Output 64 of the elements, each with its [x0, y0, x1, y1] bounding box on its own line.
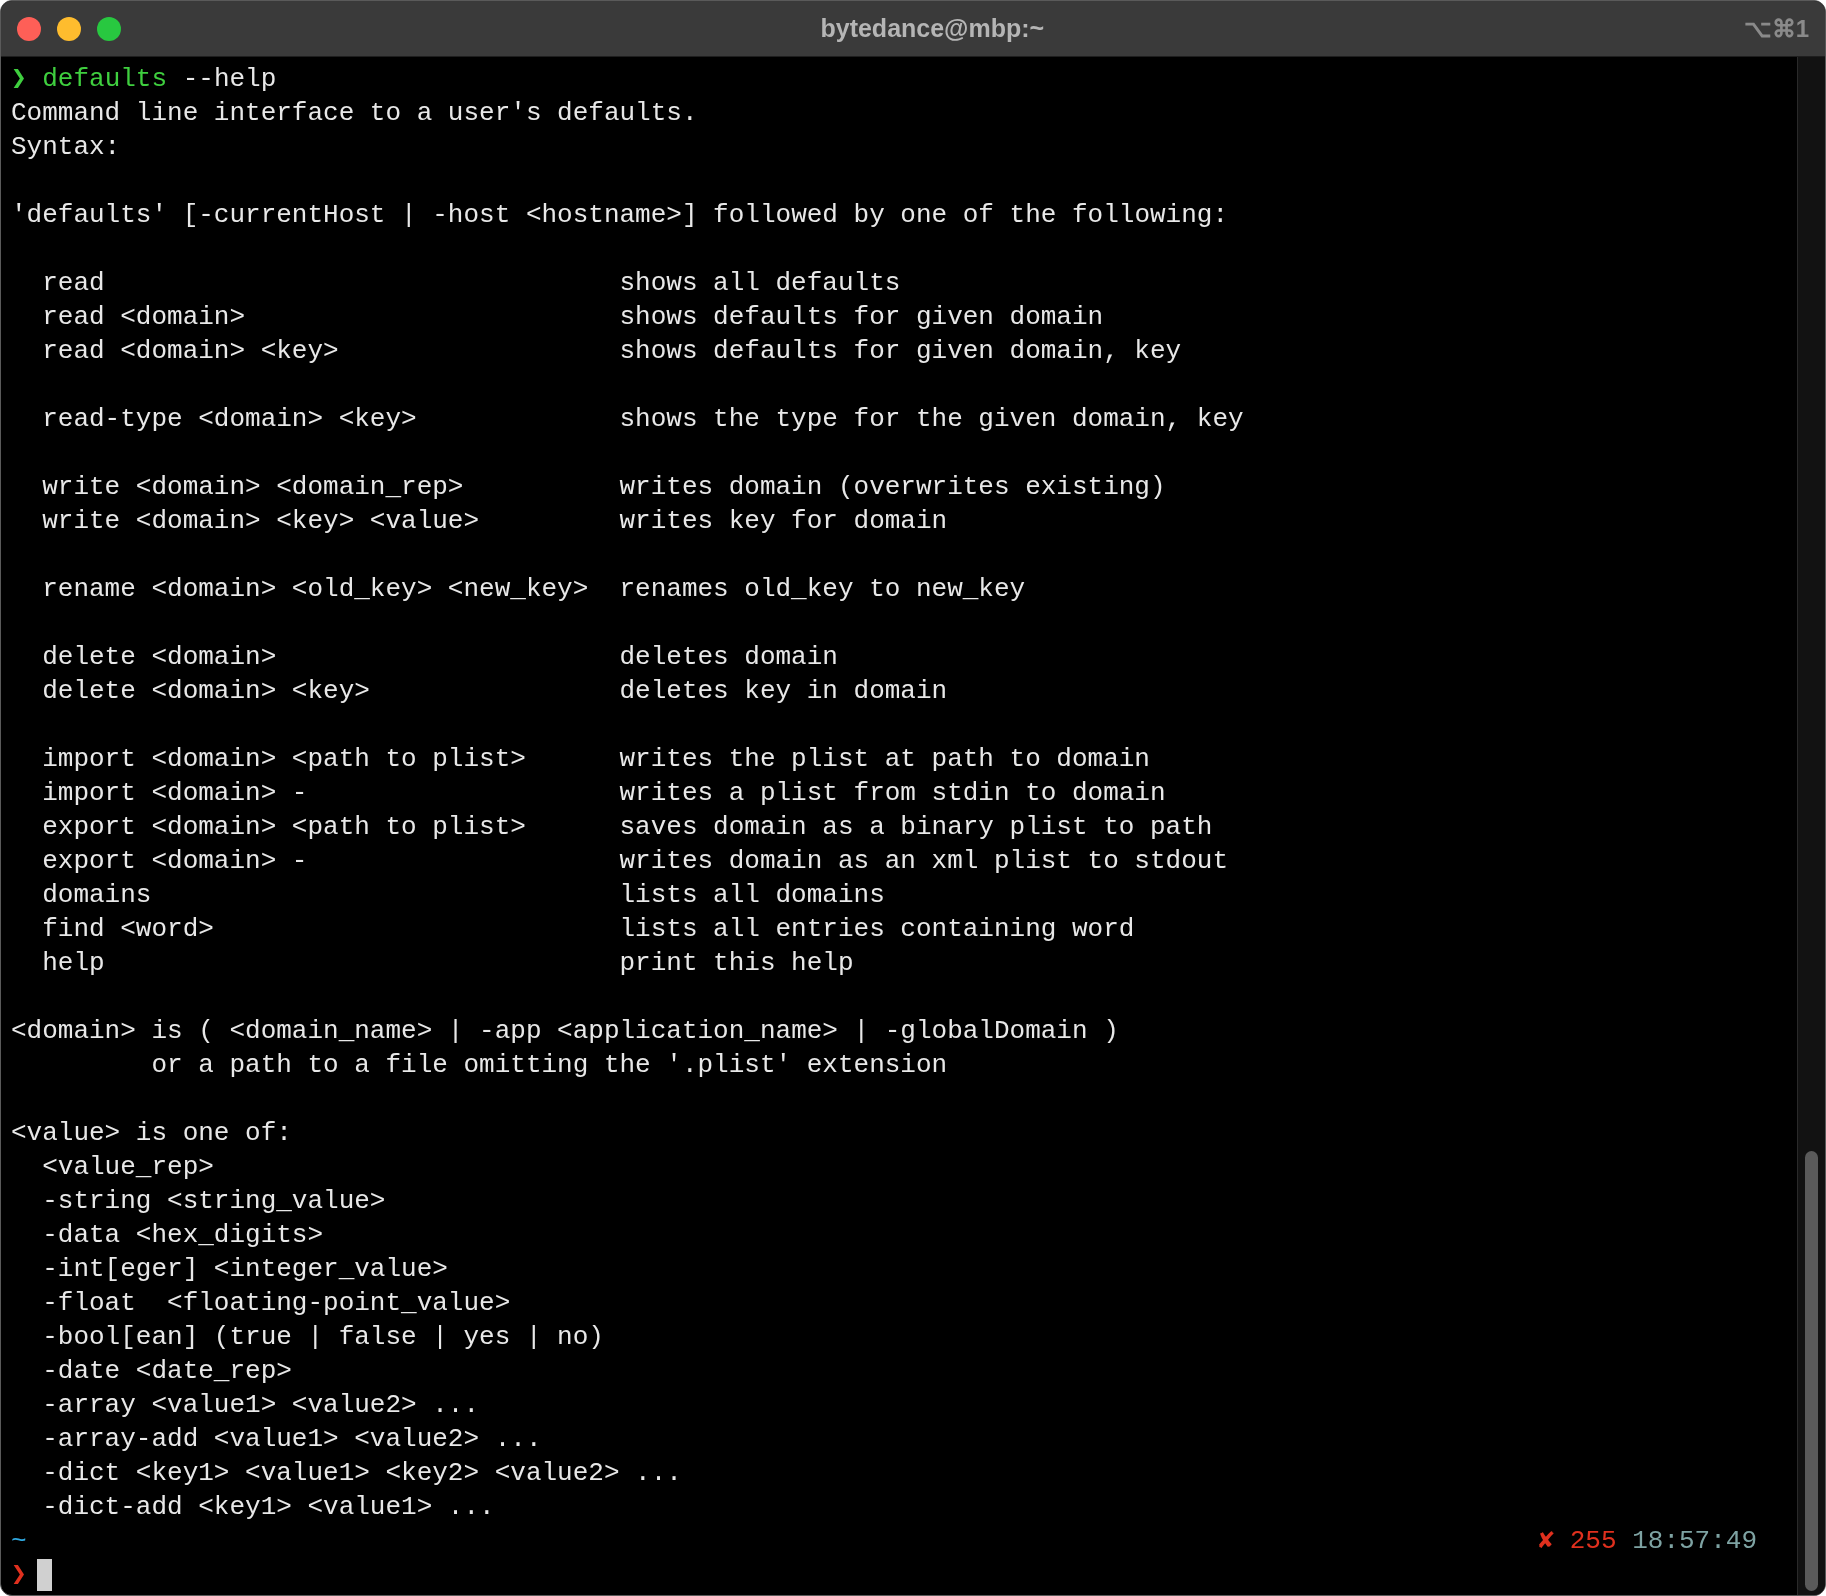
command-description: saves domain as a binary plist to path: [619, 811, 1213, 844]
output-line: -date <date_rep>: [42, 1356, 292, 1386]
output-line: -int[eger] <integer_value>: [42, 1254, 448, 1284]
command-description: shows the type for the given domain, key: [619, 403, 1244, 436]
command-syntax: write <domain> <key> <value>: [42, 505, 480, 538]
window-title: bytedance@mbp:~: [820, 12, 1045, 44]
command-syntax: import <domain> <path to plist>: [42, 743, 526, 776]
command-syntax: read <domain> <key>: [42, 335, 339, 368]
output-line: -float <floating-point_value>: [42, 1288, 511, 1318]
command-description: writes domain (overwrites existing): [619, 471, 1166, 504]
command-description: writes a plist from stdin to domain: [619, 777, 1166, 810]
output-line: -data <hex_digits>: [42, 1220, 324, 1250]
current-directory: ~: [11, 1525, 27, 1558]
minimize-button[interactable]: [57, 16, 81, 41]
command-syntax: read <domain>: [42, 301, 246, 334]
command-syntax: write <domain> <domain_rep>: [42, 471, 464, 504]
output-line: Command line interface to a user's defaults.: [11, 98, 698, 128]
command-syntax: read: [42, 267, 105, 300]
command-description: writes the plist at path to domain: [619, 743, 1150, 776]
command-description: deletes domain: [619, 641, 838, 674]
shortcut-label: ⌥⌘1: [1743, 13, 1809, 44]
command-description: lists all entries containing word: [619, 913, 1135, 946]
command-syntax: find <word>: [42, 913, 214, 946]
command-description: writes key for domain: [619, 505, 948, 538]
command-syntax: export <domain> <path to plist>: [42, 811, 526, 844]
command-syntax: import <domain> -: [42, 777, 308, 810]
command-description: shows all defaults: [619, 267, 901, 300]
command-description: lists all domains: [619, 879, 885, 912]
output-line: <domain> is ( <domain_name> | -app <application_name> | -globalDomain ): [11, 1016, 1119, 1046]
command-description: print this help: [619, 947, 854, 980]
close-button[interactable]: [17, 16, 41, 41]
command-syntax: domains: [42, 879, 152, 912]
text-cursor: [36, 1559, 52, 1591]
exit-code: 255: [1569, 1525, 1617, 1558]
output-line: -array <value1> <value2> ...: [42, 1390, 480, 1420]
prompt-icon: ❯: [11, 62, 27, 96]
output-line: 'defaults' [-currentHost | -host <hostname>] followed by one of the following:: [11, 200, 1228, 230]
command-description: deletes key in domain: [619, 675, 948, 708]
command-description: shows defaults for given domain: [619, 301, 1104, 334]
output-line: <value> is one of:: [11, 1118, 292, 1148]
output-line: or a path to a file omitting the '.plist' extension: [151, 1050, 948, 1080]
scrollbar-thumb[interactable]: [1805, 1151, 1818, 1591]
clock-time: 18:57:49: [1632, 1525, 1757, 1558]
command-syntax: delete <domain>: [42, 641, 277, 674]
command-syntax: help: [42, 947, 105, 980]
command-description: renames old_key to new_key: [619, 573, 1026, 606]
command-name: defaults: [42, 63, 168, 96]
output-line: -dict <key1> <value1> <key2> <value2> ...: [42, 1458, 682, 1488]
command-arguments: --help: [182, 63, 277, 96]
output-line: Syntax:: [11, 132, 121, 162]
prompt-icon: ❯: [11, 1558, 27, 1592]
command-syntax: export <domain> -: [42, 845, 308, 878]
command-description: writes domain as an xml plist to stdout: [619, 845, 1228, 878]
command-syntax: rename <domain> <old_key> <new_key>: [42, 573, 589, 606]
command-syntax: delete <domain> <key>: [42, 675, 370, 708]
zoom-button[interactable]: [97, 16, 121, 41]
output-line: -bool[ean] (true | false | yes | no): [42, 1322, 604, 1352]
output-line: <value_rep>: [42, 1152, 214, 1182]
command-description: shows defaults for given domain, key: [619, 335, 1182, 368]
output-line: -string <string_value>: [42, 1186, 386, 1216]
output-line: -dict-add <key1> <value1> ...: [42, 1492, 495, 1522]
command-syntax: read-type <domain> <key>: [42, 403, 417, 436]
error-mark: ✘: [1538, 1525, 1555, 1558]
output-line: -array-add <value1> <value2> ...: [42, 1424, 542, 1454]
